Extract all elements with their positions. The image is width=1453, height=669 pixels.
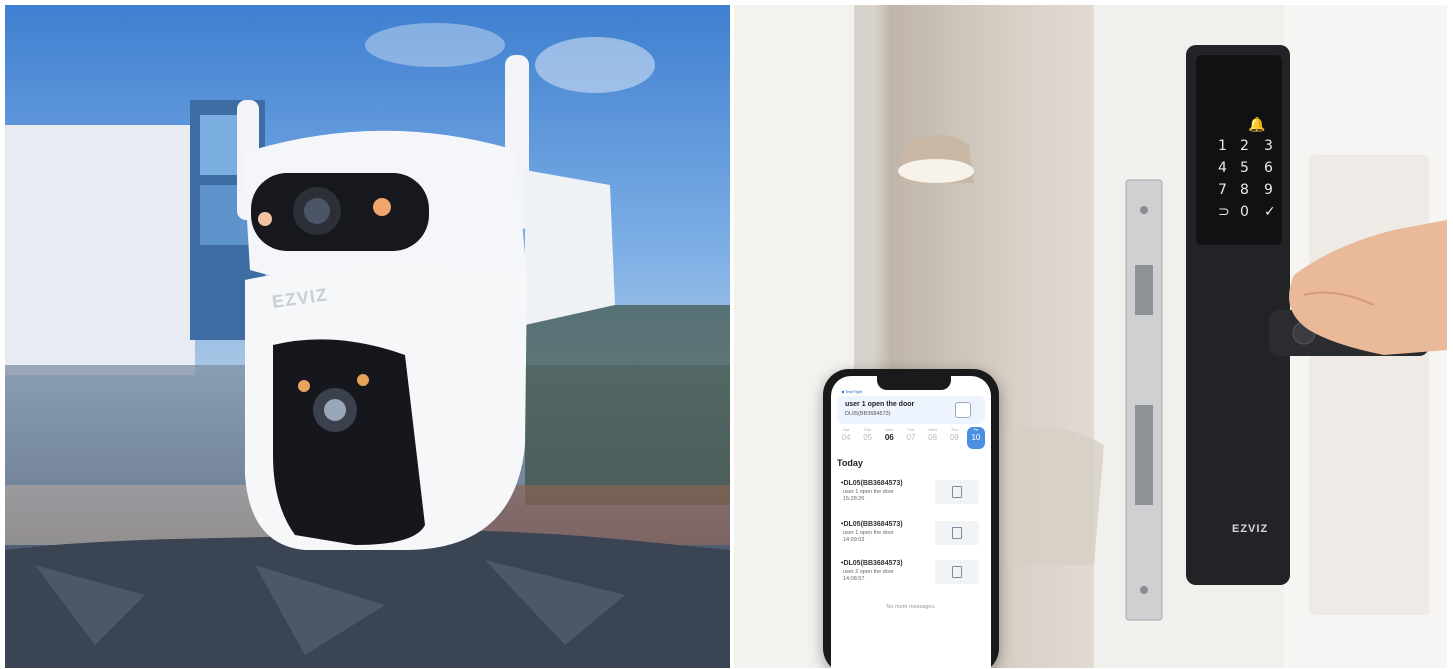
message-item[interactable]: •DL05(BB3684573) user 1 open the door 14… xyxy=(837,521,985,555)
door-icon xyxy=(935,521,979,545)
door-icon xyxy=(935,560,979,584)
svg-text:1: 1 xyxy=(1218,138,1227,154)
message-item[interactable]: •DL05(BB3684573) user 2 open the door 14… xyxy=(837,560,985,594)
section-heading-today: Today xyxy=(837,458,863,468)
svg-text:✓: ✓ xyxy=(1264,204,1276,220)
bell-icon: 🔔 xyxy=(1248,116,1265,133)
notification-subtitle: DL05(BB3684573) xyxy=(845,411,891,417)
svg-text:8: 8 xyxy=(1240,182,1249,198)
svg-text:⊃: ⊃ xyxy=(1218,204,1230,220)
notification-banner[interactable]: user 1 open the door DL05(BB3684573) xyxy=(837,396,985,424)
message-item[interactable]: •DL05(BB3684573) user 1 open the door 15… xyxy=(837,480,985,514)
svg-text:0: 0 xyxy=(1240,204,1249,220)
day-item[interactable]: Sun 05 xyxy=(859,427,877,449)
day-item-today[interactable]: Fri 10 xyxy=(966,427,985,449)
status-bar: ◀ TestFlight xyxy=(841,389,863,394)
door-icon xyxy=(935,480,979,504)
notification-title: user 1 open the door xyxy=(845,401,915,408)
day-item[interactable]: Wed 08 xyxy=(924,427,942,449)
door-icon xyxy=(955,402,971,418)
svg-text:2: 2 xyxy=(1240,138,1249,154)
day-item[interactable]: Tue 07 xyxy=(902,427,920,449)
app-screen: ◀ TestFlight user 1 open the door DL05(B… xyxy=(831,376,991,668)
svg-text:4: 4 xyxy=(1218,160,1227,176)
day-item[interactable]: Thu 09 xyxy=(945,427,963,449)
lock-photo: 🔔 1 2 3 4 5 6 7 8 9 ⊃ 0 ✓ EZVIZ ◀ TestFl… xyxy=(734,5,1447,668)
svg-text:7: 7 xyxy=(1218,182,1227,198)
phone-notch xyxy=(877,376,951,390)
end-of-list-text: No more messages. xyxy=(886,604,936,610)
svg-text:9: 9 xyxy=(1264,182,1273,198)
svg-text:3: 3 xyxy=(1264,138,1273,154)
camera-photo: EZVIZ xyxy=(5,5,730,668)
svg-text:5: 5 xyxy=(1240,160,1249,176)
smartphone: ◀ TestFlight user 1 open the door DL05(B… xyxy=(823,369,999,668)
image-collage: EZVIZ 🔔 1 2 3 4 5 6 7 8 9 ⊃ 0 ✓ EZVIZ ◀ … xyxy=(0,0,1453,669)
lock-brand-logo: EZVIZ xyxy=(1232,523,1268,535)
day-item[interactable]: Sat 04 xyxy=(837,427,855,449)
camera-scene: EZVIZ xyxy=(5,23,730,668)
svg-text:6: 6 xyxy=(1264,160,1273,176)
day-item-selected[interactable]: Mon 06 xyxy=(880,427,898,449)
date-strip: Sat 04 Sun 05 Mon 06 Tue 07 Wed 08 Thu 09 Fri 1… xyxy=(837,427,985,449)
